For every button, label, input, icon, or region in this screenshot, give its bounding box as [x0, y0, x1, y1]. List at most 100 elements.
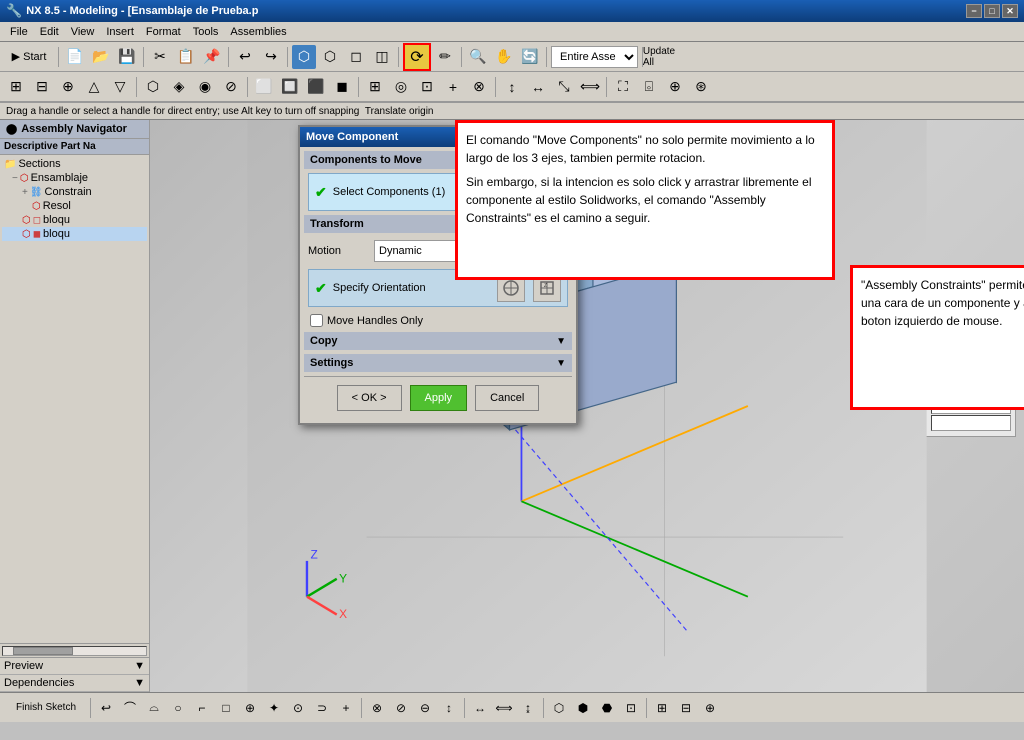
cut-btn[interactable]: ✂: [148, 45, 172, 69]
t2-btn16[interactable]: ⊡: [415, 75, 439, 99]
view3d-4[interactable]: ◫: [370, 45, 394, 69]
close-btn[interactable]: ✕: [1002, 4, 1018, 18]
undo-btn[interactable]: ↩: [233, 45, 257, 69]
tree-constraints[interactable]: + ⛓ Constrain: [2, 185, 147, 199]
tree-resol[interactable]: ⬡ Resol: [2, 199, 147, 213]
bt-btn2[interactable]: ⌒: [119, 697, 141, 719]
copy-btn[interactable]: 📋: [174, 45, 198, 69]
bt-btn8[interactable]: ✦: [263, 697, 285, 719]
apply-button[interactable]: Apply: [410, 385, 468, 411]
bt-btn17[interactable]: ⟺: [493, 697, 515, 719]
t2-btn26[interactable]: ⊛: [689, 75, 713, 99]
menu-assemblies[interactable]: Assemblies: [224, 24, 292, 40]
view3d-2[interactable]: ⬡: [318, 45, 342, 69]
t2-btn14[interactable]: ⊞: [363, 75, 387, 99]
bt-btn15[interactable]: ↕: [438, 697, 460, 719]
bt-btn12[interactable]: ⊗: [366, 697, 388, 719]
tree-sections[interactable]: 📁 Sections: [2, 157, 147, 171]
dependencies-expand[interactable]: ▼: [134, 677, 145, 689]
start-dropdown[interactable]: ▶ Start: [4, 45, 54, 69]
t2-btn3[interactable]: ⊕: [56, 75, 80, 99]
sketch-btn[interactable]: ✏: [433, 45, 457, 69]
t2-btn8[interactable]: ◉: [193, 75, 217, 99]
tree-ensamblaje[interactable]: − ⬡ Ensamblaje: [2, 171, 147, 185]
cancel-button[interactable]: Cancel: [475, 385, 539, 411]
menu-file[interactable]: File: [4, 24, 34, 40]
t2-btn4[interactable]: △: [82, 75, 106, 99]
finish-sketch-btn[interactable]: Finish Sketch: [6, 697, 86, 719]
bt-btn16[interactable]: ↔: [469, 697, 491, 719]
t2-btn2[interactable]: ⊟: [30, 75, 54, 99]
t2-btn5[interactable]: ▽: [108, 75, 132, 99]
t2-btn15[interactable]: ◎: [389, 75, 413, 99]
bt-btn13[interactable]: ⊘: [390, 697, 412, 719]
bt-btn24[interactable]: ⊟: [675, 697, 697, 719]
t2-btn10[interactable]: ⬜: [252, 75, 276, 99]
menu-view[interactable]: View: [65, 24, 101, 40]
tree-bloqu1[interactable]: ⬡ ◻ bloqu: [2, 213, 147, 227]
new-btn[interactable]: 📄: [63, 45, 87, 69]
bt-btn20[interactable]: ⬢: [572, 697, 594, 719]
restore-btn[interactable]: □: [984, 4, 1000, 18]
ok-button[interactable]: < OK >: [337, 385, 402, 411]
t2-btn17[interactable]: +: [441, 75, 465, 99]
t2-btn23[interactable]: ⛶: [611, 75, 635, 99]
tree-bloqu2[interactable]: ⬡ ◼ bloqu: [2, 227, 147, 241]
viewport[interactable]: ZC YC XC X 0.0000000 Y 0.0000000 Z 784.9…: [150, 120, 1024, 692]
t2-btn1[interactable]: ⊞: [4, 75, 28, 99]
view3d-1[interactable]: ⬡: [292, 45, 316, 69]
preview-section[interactable]: Preview ▼: [0, 658, 149, 675]
redo-btn[interactable]: ↪: [259, 45, 283, 69]
minimize-btn[interactable]: −: [966, 4, 982, 18]
t2-btn12[interactable]: ⬛: [304, 75, 328, 99]
paste-btn[interactable]: 📌: [200, 45, 224, 69]
settings-header[interactable]: Settings ▼: [304, 354, 572, 372]
assembly-dropdown[interactable]: Entire Asse: [551, 46, 638, 68]
bt-btn6[interactable]: □: [215, 697, 237, 719]
zoom-btn[interactable]: 🔍: [466, 45, 490, 69]
pan-btn[interactable]: ✋: [492, 45, 516, 69]
bt-btn23[interactable]: ⊞: [651, 697, 673, 719]
bt-btn4[interactable]: ○: [167, 697, 189, 719]
t2-btn24[interactable]: ⌻: [637, 75, 661, 99]
scroll-track[interactable]: [2, 646, 147, 656]
horizontal-scroll[interactable]: [0, 643, 149, 657]
menu-format[interactable]: Format: [140, 24, 187, 40]
rotate-btn[interactable]: 🔄: [518, 45, 542, 69]
menu-edit[interactable]: Edit: [34, 24, 65, 40]
bt-btn7[interactable]: ⊕: [239, 697, 261, 719]
t2-btn11[interactable]: 🔲: [278, 75, 302, 99]
bt-btn22[interactable]: ⊡: [620, 697, 642, 719]
bt-btn1[interactable]: ↩: [95, 697, 117, 719]
t2-btn22[interactable]: ⟺: [578, 75, 602, 99]
bt-btn21[interactable]: ⬣: [596, 697, 618, 719]
t2-btn6[interactable]: ⬡: [141, 75, 165, 99]
t2-btn13[interactable]: ◼: [330, 75, 354, 99]
preview-expand[interactable]: ▼: [134, 660, 145, 672]
t2-btn18[interactable]: ⊗: [467, 75, 491, 99]
t2-btn7[interactable]: ◈: [167, 75, 191, 99]
bt-btn25[interactable]: ⊕: [699, 697, 721, 719]
open-btn[interactable]: 📂: [89, 45, 113, 69]
move-handles-checkbox[interactable]: [310, 314, 323, 327]
move-component-btn[interactable]: ⟳: [403, 43, 431, 71]
bt-btn18[interactable]: ↨: [517, 697, 539, 719]
t2-btn21[interactable]: ⤡: [552, 75, 576, 99]
save-btn[interactable]: 💾: [115, 45, 139, 69]
scroll-thumb[interactable]: [13, 647, 73, 655]
dependencies-section[interactable]: Dependencies ▼: [0, 675, 149, 692]
t2-btn20[interactable]: ↔: [526, 75, 550, 99]
menu-tools[interactable]: Tools: [187, 24, 225, 40]
menu-insert[interactable]: Insert: [100, 24, 140, 40]
view3d-3[interactable]: ◻: [344, 45, 368, 69]
t2-btn9[interactable]: ⊘: [219, 75, 243, 99]
t2-btn19[interactable]: ↕: [500, 75, 524, 99]
t2-btn25[interactable]: ⊕: [663, 75, 687, 99]
bt-btn19[interactable]: ⬡: [548, 697, 570, 719]
bt-btn9[interactable]: ⊙: [287, 697, 309, 719]
bt-btn10[interactable]: ⊃: [311, 697, 333, 719]
update-all-btn[interactable]: Update All: [647, 45, 671, 69]
copy-header[interactable]: Copy ▼: [304, 332, 572, 350]
bt-btn14[interactable]: ⊖: [414, 697, 436, 719]
bt-btn3[interactable]: ⌓: [143, 697, 165, 719]
